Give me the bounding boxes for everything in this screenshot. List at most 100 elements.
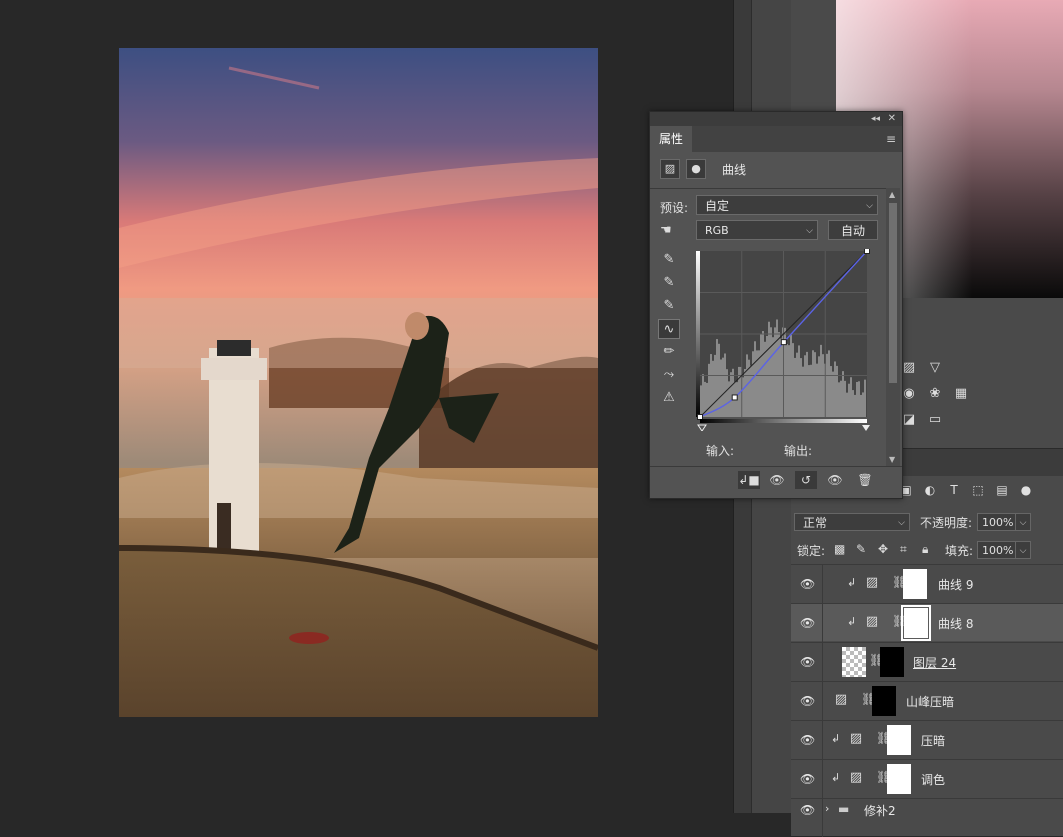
- curves-adjustment-icon: ▨: [834, 692, 848, 707]
- scroll-thumb[interactable]: [889, 203, 897, 383]
- preset-select[interactable]: 自定 ⌵: [696, 195, 878, 215]
- curve-point-2[interactable]: [780, 339, 787, 346]
- gray-point-eyedropper-icon[interactable]: ✎: [658, 273, 680, 293]
- panel-titlebar[interactable]: ◂◂ ✕: [650, 112, 902, 126]
- adjustment-title: 曲线: [722, 162, 747, 177]
- layer-row-curves-8[interactable]: 👁︎ ↲ ▨ ⛓︎ 曲线 8: [791, 603, 1063, 642]
- lock-transparent-icon[interactable]: ▩: [834, 542, 845, 556]
- layer-name[interactable]: 压暗: [921, 732, 945, 749]
- scrollbar[interactable]: ▲ ▼: [886, 188, 900, 466]
- layer-name[interactable]: 调色: [921, 771, 945, 788]
- curves-adjustment-icon: ▨: [849, 770, 863, 785]
- visibility-icon[interactable]: 👁︎: [824, 471, 846, 489]
- mask-icon[interactable]: ●: [686, 159, 706, 179]
- layer-row-color-grade[interactable]: 👁︎ ↲ ▨ ⛓︎ 调色: [791, 759, 1063, 798]
- blend-mode-select[interactable]: 正常 ⌵: [794, 513, 910, 531]
- eye-icon[interactable]: 👁︎: [800, 655, 815, 669]
- fill-input[interactable]: 100%: [977, 541, 1017, 559]
- layer-mask-thumbnail[interactable]: [903, 569, 927, 599]
- lock-brush-icon[interactable]: ✎: [856, 542, 866, 556]
- layer-name[interactable]: 曲线 8: [938, 615, 973, 632]
- layer-name[interactable]: 修补2: [864, 802, 896, 819]
- black-point-eyedropper-icon[interactable]: ✎: [658, 250, 680, 270]
- layer-row-mountain-darken[interactable]: 👁︎ ▨ ⛓︎ 山峰压暗: [791, 681, 1063, 720]
- lock-move-icon[interactable]: ✥: [878, 542, 888, 556]
- color-lookup-icon[interactable]: ❀: [926, 386, 944, 402]
- shape-filter-icon[interactable]: ⬚: [971, 483, 985, 497]
- layer-mask-thumbnail[interactable]: [887, 725, 911, 755]
- grid-table-icon[interactable]: ▦: [952, 386, 970, 402]
- clip-to-layer-icon[interactable]: ↲■: [738, 471, 760, 489]
- document-image[interactable]: [119, 48, 598, 717]
- layer-mask-thumbnail[interactable]: [880, 647, 904, 677]
- curve-edit-icon[interactable]: ∿: [658, 319, 680, 339]
- tab-properties[interactable]: 属性: [650, 126, 692, 152]
- adjustment-header: ▨ ● 曲线: [660, 158, 746, 180]
- layer-row-curves-9[interactable]: 👁︎ ↲ ▨ ⛓︎ 曲线 9: [791, 564, 1063, 603]
- pencil-icon[interactable]: ✏: [658, 342, 680, 362]
- layer-row-layer-24[interactable]: 👁︎ ⛓︎ 图层 24: [791, 642, 1063, 681]
- layer-name[interactable]: 曲线 9: [938, 576, 973, 593]
- photo-artwork: [119, 48, 598, 717]
- type-filter-icon[interactable]: T: [947, 483, 961, 497]
- vibrance-icon[interactable]: ▽: [926, 360, 944, 376]
- curves-adjustment-icon: ▨: [849, 731, 863, 746]
- reset-icon[interactable]: ↺: [795, 471, 817, 489]
- curve-point-1[interactable]: [731, 394, 738, 401]
- layer-mask-thumbnail[interactable]: [872, 686, 896, 716]
- input-label: 输入:: [706, 444, 735, 458]
- scroll-down-icon[interactable]: ▼: [889, 455, 895, 464]
- filter-toggle-icon[interactable]: ●: [1019, 483, 1033, 497]
- panel-tab-row: 属性 ≡: [650, 126, 902, 152]
- white-point-eyedropper-icon[interactable]: ✎: [658, 296, 680, 316]
- white-slider-icon[interactable]: [862, 425, 870, 431]
- gradient-map-icon[interactable]: ▭: [926, 412, 944, 428]
- curve-point-3[interactable]: [864, 249, 870, 254]
- black-slider-icon[interactable]: [697, 424, 707, 431]
- collapse-icon[interactable]: ◂◂: [871, 112, 880, 126]
- smart-object-filter-icon[interactable]: ▤: [995, 483, 1009, 497]
- eye-icon[interactable]: 👁︎: [800, 616, 815, 630]
- close-icon[interactable]: ✕: [888, 112, 896, 126]
- panel-menu-icon[interactable]: ≡: [886, 132, 896, 146]
- layer-mask-thumbnail[interactable]: [901, 605, 931, 641]
- eye-icon[interactable]: 👁︎: [800, 772, 815, 786]
- blend-row: 正常 ⌵ 不透明度: 100% ⌵: [791, 509, 1063, 537]
- layer-row-group-patch2[interactable]: 👁︎ › ▬ 修补2: [791, 798, 1063, 837]
- clipping-warning-icon[interactable]: ⚠: [658, 388, 680, 408]
- layer-thumbnail[interactable]: [842, 647, 866, 677]
- clip-arrow-icon: ↲: [831, 732, 841, 745]
- lock-artboard-icon[interactable]: ⌗: [900, 542, 907, 557]
- clip-arrow-icon: ↲: [847, 615, 857, 628]
- layer-name[interactable]: 图层 24: [913, 654, 956, 671]
- curve-graph[interactable]: [696, 249, 870, 431]
- layers-panel: ▣ ◐ T ⬚ ▤ ● 正常 ⌵ 不透明度: 100% ⌵ 锁定: ▩ ✎ ✥ ⌗…: [791, 476, 1063, 837]
- eye-icon[interactable]: 👁︎: [800, 694, 815, 708]
- expand-arrow-icon[interactable]: ›: [825, 802, 829, 815]
- curve-point-0[interactable]: [697, 414, 703, 420]
- layer-name[interactable]: 山峰压暗: [906, 693, 954, 710]
- curves-adjustment-icon[interactable]: ▨: [660, 159, 680, 179]
- delete-icon[interactable]: 🗑︎: [854, 471, 876, 489]
- adjustment-filter-icon[interactable]: ◐: [923, 483, 937, 497]
- document-canvas[interactable]: [0, 0, 733, 813]
- targeted-adjustment-icon[interactable]: ☚: [660, 223, 672, 238]
- fill-dropdown[interactable]: ⌵: [1015, 541, 1031, 559]
- opacity-dropdown[interactable]: ⌵: [1015, 513, 1031, 531]
- clip-arrow-icon: ↲: [831, 771, 841, 784]
- eye-icon[interactable]: 👁︎: [800, 733, 815, 747]
- curve-tools: ✎ ✎ ✎ ∿ ✏ ⤳ ⚠: [658, 250, 682, 411]
- panel-footer: ↲■ 👁︎ ↺ 👁︎ 🗑︎: [650, 466, 902, 493]
- eye-icon[interactable]: 👁︎: [800, 803, 815, 817]
- channel-select[interactable]: RGB ⌵: [696, 220, 818, 240]
- fill-label: 填充:: [945, 544, 974, 558]
- scroll-up-icon[interactable]: ▲: [889, 190, 895, 199]
- smooth-icon[interactable]: ⤳: [658, 365, 680, 385]
- layer-mask-thumbnail[interactable]: [887, 764, 911, 794]
- auto-button[interactable]: 自动: [828, 220, 878, 240]
- eye-icon[interactable]: 👁︎: [800, 577, 815, 591]
- view-previous-icon[interactable]: 👁︎: [766, 471, 788, 489]
- layer-row-darken[interactable]: 👁︎ ↲ ▨ ⛓︎ 压暗: [791, 720, 1063, 759]
- opacity-input[interactable]: 100%: [977, 513, 1017, 531]
- lock-all-icon[interactable]: 🔒︎: [922, 542, 928, 557]
